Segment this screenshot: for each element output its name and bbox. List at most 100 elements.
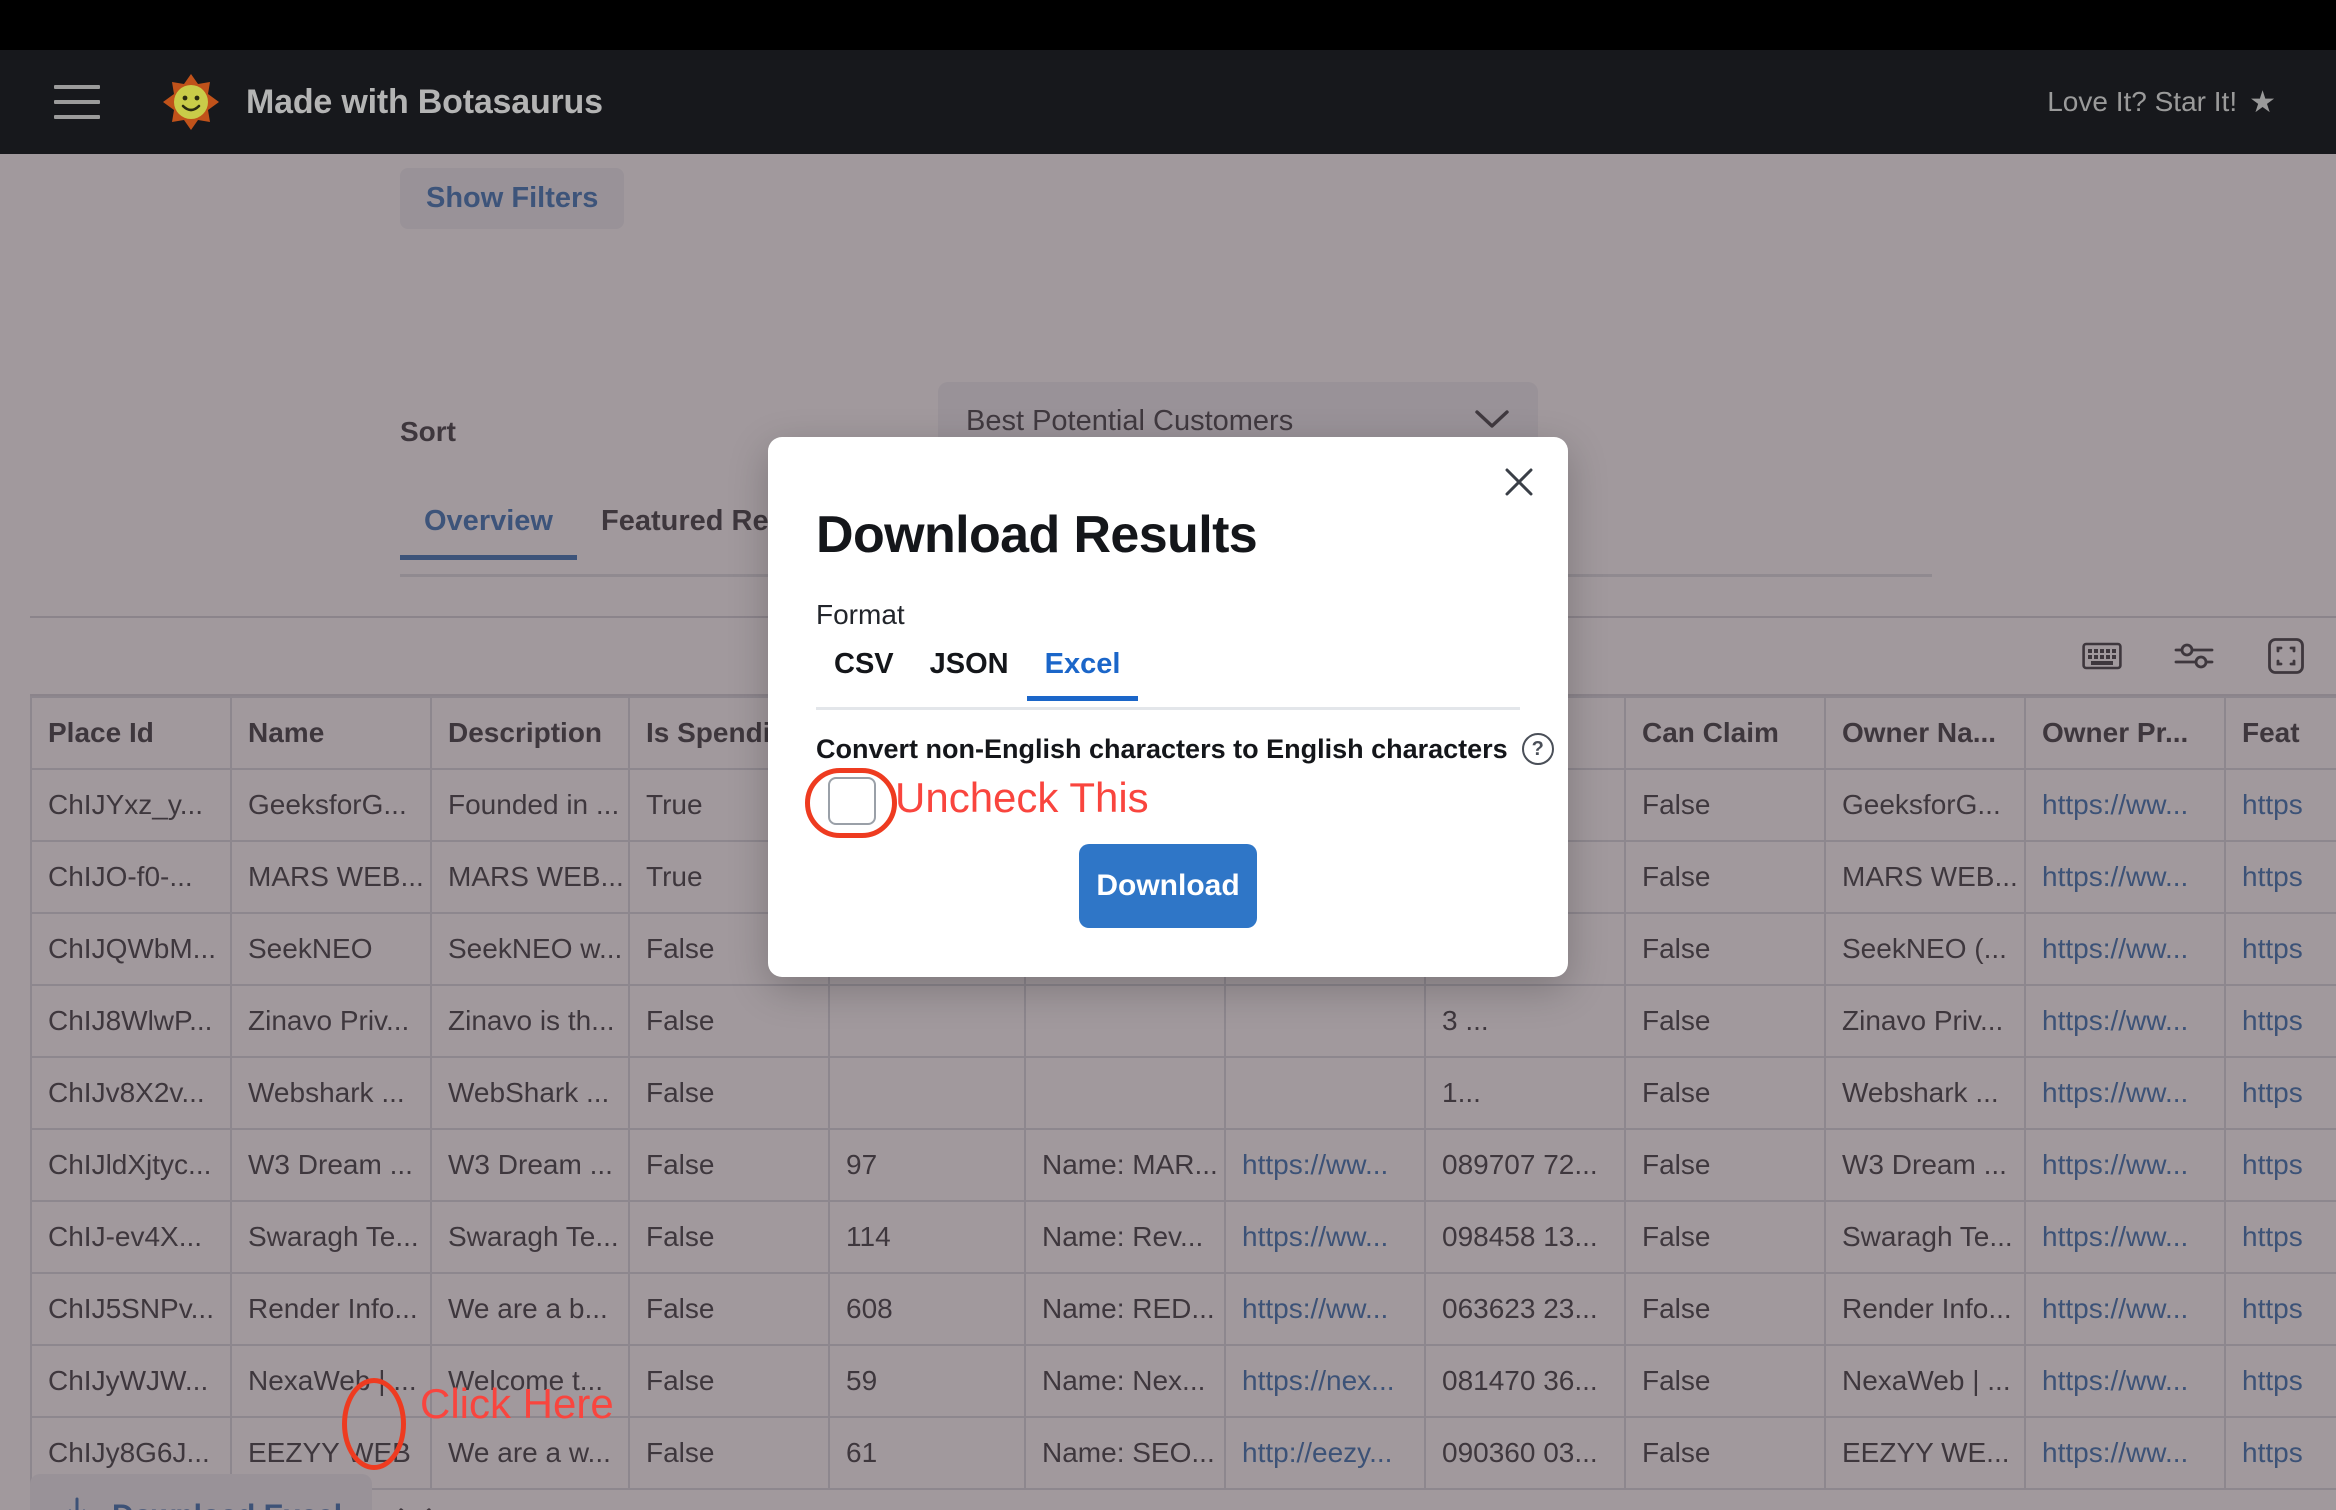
table-cell-link[interactable]: https	[2225, 1201, 2336, 1273]
keyboard-icon[interactable]	[2080, 634, 2124, 678]
annotation-ellipse-caret	[342, 1378, 406, 1470]
table-cell	[829, 1057, 1025, 1129]
table-cell: 59	[829, 1345, 1025, 1417]
table-cell: Render Info...	[231, 1273, 431, 1345]
format-label: Format	[816, 599, 905, 631]
table-row[interactable]: ChIJ5SNPv...Render Info...We are a b...F…	[31, 1273, 2336, 1345]
table-cell: Zinavo is th...	[431, 985, 629, 1057]
table-cell-link[interactable]: https	[2225, 913, 2336, 985]
table-cell-link[interactable]: https	[2225, 1057, 2336, 1129]
table-cell: 97	[829, 1129, 1025, 1201]
download-excel-button[interactable]: Download Excel	[30, 1474, 372, 1510]
table-cell: 61	[829, 1417, 1025, 1489]
annotation-click-here: Click Here	[420, 1380, 614, 1428]
format-tab-excel[interactable]: Excel	[1027, 642, 1139, 701]
table-cell-link[interactable]: https://ww...	[2025, 913, 2225, 985]
table-cell-link[interactable]: https://ww...	[1225, 1201, 1425, 1273]
table-cell-link[interactable]: https://ww...	[2025, 769, 2225, 841]
app-root: Made with Botasaurus Love It? Star It! ★…	[0, 0, 2336, 1510]
convert-characters-label: Convert non-English characters to Englis…	[816, 733, 1554, 765]
table-cell: 081470 36...	[1425, 1345, 1625, 1417]
modal-download-button[interactable]: Download	[1079, 844, 1257, 928]
table-cell-link[interactable]: https://ww...	[1225, 1273, 1425, 1345]
table-cell-link[interactable]: https://ww...	[1225, 1129, 1425, 1201]
table-cell: W3 Dream ...	[231, 1129, 431, 1201]
column-header[interactable]: Name	[231, 697, 431, 769]
convert-characters-text: Convert non-English characters to Englis…	[816, 734, 1508, 765]
table-cell-link[interactable]: https://ww...	[2025, 985, 2225, 1057]
table-cell-link[interactable]: https://ww...	[2025, 1417, 2225, 1489]
table-cell: Webshark ...	[1825, 1057, 2025, 1129]
table-cell: ChIJyWJW...	[31, 1345, 231, 1417]
table-cell: WebShark ...	[431, 1057, 629, 1129]
column-header[interactable]: Place Id	[31, 697, 231, 769]
column-header[interactable]: Owner Na...	[1825, 697, 2025, 769]
table-cell	[829, 985, 1025, 1057]
format-tab-json[interactable]: JSON	[912, 642, 1027, 701]
column-header[interactable]: Feat	[2225, 697, 2336, 769]
table-row[interactable]: ChIJv8X2v...Webshark ...WebShark ...Fals…	[31, 1057, 2336, 1129]
close-icon[interactable]	[1496, 459, 1542, 505]
table-cell-link[interactable]: https	[2225, 769, 2336, 841]
fullscreen-icon[interactable]	[2264, 634, 2308, 678]
download-options-caret[interactable]	[386, 1487, 444, 1510]
format-tabs: CSV JSON Excel	[816, 642, 1520, 710]
table-cell: Name: SEO...	[1025, 1417, 1225, 1489]
table-cell: ChIJ8WlwP...	[31, 985, 231, 1057]
table-cell: 098458 13...	[1425, 1201, 1625, 1273]
table-cell: ChIJYxz_y...	[31, 769, 231, 841]
format-tab-csv[interactable]: CSV	[816, 642, 912, 701]
table-cell: False	[1625, 913, 1825, 985]
table-cell: Name: RED...	[1025, 1273, 1225, 1345]
table-cell: Name: Nex...	[1025, 1345, 1225, 1417]
table-cell: NexaWeb | ...	[1825, 1345, 2025, 1417]
table-cell: Swaragh Te...	[1825, 1201, 2025, 1273]
download-results-modal: Download Results Format CSV JSON Excel C…	[768, 437, 1568, 977]
table-cell: False	[629, 1417, 829, 1489]
chevron-down-icon	[1474, 408, 1510, 435]
table-row[interactable]: ChIJ-ev4X...Swaragh Te...Swaragh Te...Fa…	[31, 1201, 2336, 1273]
table-cell-link[interactable]: https://ww...	[2025, 1129, 2225, 1201]
table-cell-link[interactable]: https://nex...	[1225, 1345, 1425, 1417]
column-header[interactable]: Owner Pr...	[2025, 697, 2225, 769]
table-cell: False	[629, 1345, 829, 1417]
table-cell: Swaragh Te...	[431, 1201, 629, 1273]
table-row[interactable]: ChIJldXjtyc...W3 Dream ...W3 Dream ...Fa…	[31, 1129, 2336, 1201]
table-cell: ChIJO-f0-...	[31, 841, 231, 913]
tab-overview[interactable]: Overview	[400, 499, 577, 560]
table-cell: False	[1625, 1129, 1825, 1201]
column-header[interactable]: Description	[431, 697, 629, 769]
table-cell: False	[629, 985, 829, 1057]
table-cell-link[interactable]: https	[2225, 1417, 2336, 1489]
table-cell-link[interactable]: https://ww...	[2025, 1273, 2225, 1345]
table-cell: SeekNEO w...	[431, 913, 629, 985]
settings-sliders-icon[interactable]	[2172, 634, 2216, 678]
download-icon	[60, 1495, 94, 1510]
table-cell-link[interactable]: http://eezy...	[1225, 1417, 1425, 1489]
table-cell: False	[629, 1129, 829, 1201]
table-row[interactable]: ChIJ8WlwP...Zinavo Priv...Zinavo is th..…	[31, 985, 2336, 1057]
annotation-uncheck-this: Uncheck This	[895, 774, 1149, 822]
hamburger-menu-icon[interactable]	[54, 85, 100, 119]
column-header[interactable]: Can Claim	[1625, 697, 1825, 769]
table-cell-link[interactable]: https	[2225, 1273, 2336, 1345]
star-it-link[interactable]: Love It? Star It! ★	[2047, 85, 2276, 120]
download-bar: Download Excel	[30, 1474, 444, 1510]
table-cell-link[interactable]: https://ww...	[2025, 1345, 2225, 1417]
show-filters-button[interactable]: Show Filters	[400, 168, 624, 229]
table-cell: 063623 23...	[1425, 1273, 1625, 1345]
table-cell-link[interactable]: https	[2225, 985, 2336, 1057]
table-cell	[1225, 1057, 1425, 1129]
table-cell-link[interactable]: https	[2225, 841, 2336, 913]
table-cell-link[interactable]: https://ww...	[2025, 1201, 2225, 1273]
table-cell: False	[1625, 985, 1825, 1057]
download-excel-label: Download Excel	[112, 1499, 342, 1510]
table-cell-link[interactable]: https://ww...	[2025, 841, 2225, 913]
table-cell: False	[1625, 1057, 1825, 1129]
table-cell-link[interactable]: https://ww...	[2025, 1057, 2225, 1129]
table-cell-link[interactable]: https	[2225, 1129, 2336, 1201]
help-icon[interactable]: ?	[1522, 733, 1554, 765]
table-cell: False	[629, 1057, 829, 1129]
sort-select-value: Best Potential Customers	[966, 405, 1293, 438]
table-cell-link[interactable]: https	[2225, 1345, 2336, 1417]
